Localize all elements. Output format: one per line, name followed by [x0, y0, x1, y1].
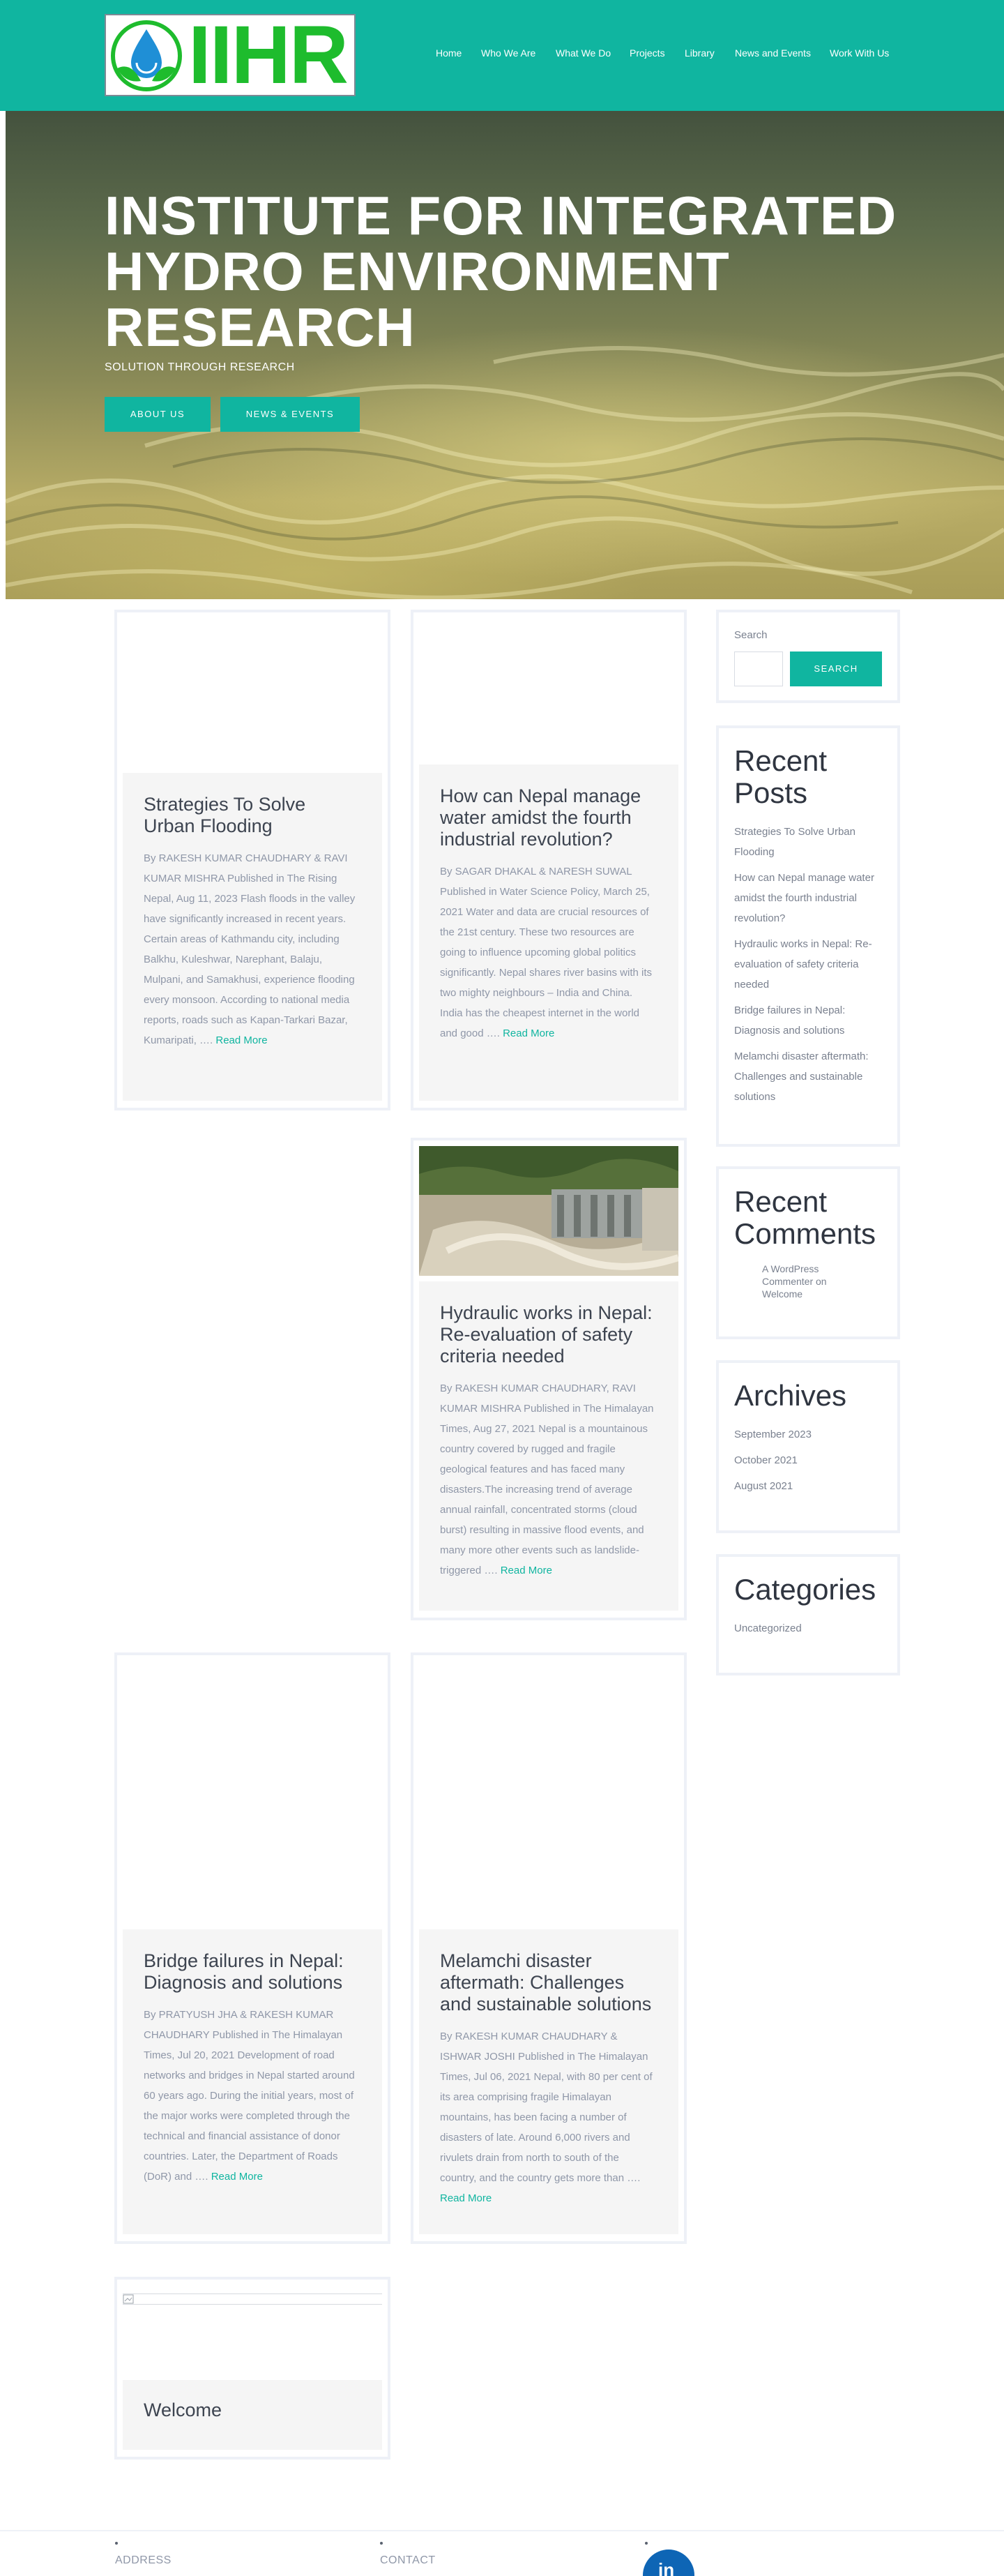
- post-title[interactable]: Hydraulic works in Nepal: Re-evaluation …: [440, 1302, 657, 1367]
- site-header: IIHR Home Who We Are What We Do Projects…: [0, 0, 1004, 111]
- recent-post-link[interactable]: How can Nepal manage water amidst the fo…: [734, 868, 882, 928]
- nav-work-with-us[interactable]: Work With Us: [830, 47, 889, 59]
- read-more-link[interactable]: Read More: [215, 1034, 267, 1046]
- post-card: How can Nepal manage water amidst the fo…: [411, 610, 687, 1110]
- categories-heading: Categories: [734, 1573, 876, 1606]
- read-more-link[interactable]: Read More: [211, 2171, 263, 2183]
- hero-subtitle: SOLUTION THROUGH RESEARCH: [105, 361, 295, 373]
- hero-title: INSTITUTE FOR INTEGRATED HYDRO ENVIRONME…: [105, 185, 897, 358]
- nav-projects[interactable]: Projects: [630, 47, 665, 59]
- recent-post-link[interactable]: Hydraulic works in Nepal: Re-evaluation …: [734, 934, 882, 995]
- search-widget: Search SEARCH: [716, 610, 900, 703]
- post-card: Hydraulic works in Nepal: Re-evaluation …: [411, 1138, 687, 1620]
- recent-post-link[interactable]: Melamchi disaster aftermath: Challenges …: [734, 1046, 882, 1107]
- post-content: How can Nepal manage water amidst the fo…: [419, 764, 678, 1101]
- footer-contact-label: CONTACT: [380, 2554, 436, 2566]
- post-content: Welcome: [123, 2380, 382, 2450]
- post-title[interactable]: Welcome: [144, 2400, 361, 2421]
- logo-text: IIHR: [188, 9, 349, 101]
- post-content: Strategies To Solve Urban Flooding By RA…: [123, 773, 382, 1101]
- broken-image-icon: [123, 2294, 134, 2304]
- linkedin-icon[interactable]: in: [643, 2549, 694, 2576]
- recent-comments-heading: Recent Comments: [734, 1185, 876, 1250]
- post-content: Bridge failures in Nepal: Diagnosis and …: [123, 1929, 382, 2234]
- search-input[interactable]: [734, 651, 783, 686]
- about-us-button[interactable]: ABOUT US: [105, 397, 211, 432]
- recent-posts-heading: Recent Posts: [734, 744, 828, 809]
- post-card: Welcome: [114, 2277, 390, 2460]
- read-more-link[interactable]: Read More: [501, 1565, 552, 1576]
- search-button[interactable]: SEARCH: [790, 651, 882, 686]
- post-thumbnail: [123, 618, 382, 773]
- post-excerpt: By RAKESH KUMAR CHAUDHARY, RAVI KUMAR MI…: [440, 1383, 654, 1576]
- water-drop-logo-icon: [111, 20, 182, 91]
- footer-divider: [0, 2530, 1004, 2531]
- archives-widget: Archives September 2023 October 2021 Aug…: [716, 1360, 900, 1533]
- archive-link[interactable]: August 2021: [734, 1476, 882, 1496]
- read-more-link[interactable]: Read More: [440, 2192, 492, 2204]
- archives-heading: Archives: [734, 1379, 847, 1412]
- post-title[interactable]: Strategies To Solve Urban Flooding: [144, 794, 361, 837]
- category-link[interactable]: Uncategorized: [734, 1618, 882, 1639]
- nav-who-we-are[interactable]: Who We Are: [481, 47, 535, 59]
- archive-link[interactable]: October 2021: [734, 1450, 882, 1470]
- site-logo[interactable]: IIHR: [105, 9, 356, 101]
- archive-link[interactable]: September 2023: [734, 1424, 882, 1445]
- read-more-link[interactable]: Read More: [503, 1027, 554, 1039]
- nav-what-we-do[interactable]: What We Do: [556, 47, 611, 59]
- post-title[interactable]: Bridge failures in Nepal: Diagnosis and …: [144, 1950, 361, 1994]
- nav-home[interactable]: Home: [436, 47, 462, 59]
- recent-comments-widget: Recent Comments A WordPress Commenter on…: [716, 1166, 900, 1339]
- post-excerpt: By RAKESH KUMAR CHAUDHARY & RAVI KUMAR M…: [144, 852, 356, 1046]
- post-thumbnail: [123, 1661, 382, 1929]
- post-thumbnail-dam-image: [419, 1146, 678, 1276]
- post-card: Bridge failures in Nepal: Diagnosis and …: [114, 1652, 390, 2244]
- post-excerpt: By PRATYUSH JHA & RAKESH KUMAR CHAUDHARY…: [144, 2009, 355, 2183]
- post-excerpt: By SAGAR DHAKAL & NARESH SUWAL Published…: [440, 866, 653, 1039]
- broken-image-placeholder: [123, 2293, 382, 2305]
- footer-address-label: ADDRESS: [115, 2554, 172, 2566]
- post-title[interactable]: Melamchi disaster aftermath: Challenges …: [440, 1950, 657, 2015]
- recent-comment-link[interactable]: A WordPress Commenter on Welcome: [734, 1263, 853, 1300]
- hero-banner: INSTITUTE FOR INTEGRATED HYDRO ENVIRONME…: [6, 111, 1004, 599]
- post-thumbnail: [419, 1661, 678, 1929]
- footer-bullet: [115, 2542, 118, 2545]
- post-title[interactable]: How can Nepal manage water amidst the fo…: [440, 785, 657, 850]
- footer-bullet: [380, 2542, 383, 2545]
- nav-library[interactable]: Library: [685, 47, 715, 59]
- search-label: Search: [734, 629, 768, 641]
- post-content: Hydraulic works in Nepal: Re-evaluation …: [419, 1281, 678, 1611]
- news-events-button[interactable]: NEWS & EVENTS: [220, 397, 360, 432]
- post-thumbnail: [419, 618, 678, 764]
- post-excerpt: By RAKESH KUMAR CHAUDHARY & ISHWAR JOSHI…: [440, 2031, 653, 2204]
- recent-post-link[interactable]: Strategies To Solve Urban Flooding: [734, 822, 882, 862]
- post-card: Melamchi disaster aftermath: Challenges …: [411, 1652, 687, 2244]
- recent-post-link[interactable]: Bridge failures in Nepal: Diagnosis and …: [734, 1000, 882, 1041]
- post-content: Melamchi disaster aftermath: Challenges …: [419, 1929, 678, 2234]
- recent-posts-widget: Recent Posts Strategies To Solve Urban F…: [716, 725, 900, 1147]
- footer-bullet: [645, 2542, 648, 2545]
- post-card: Strategies To Solve Urban Flooding By RA…: [114, 610, 390, 1110]
- categories-widget: Categories Uncategorized: [716, 1554, 900, 1675]
- nav-news-and-events[interactable]: News and Events: [735, 47, 811, 59]
